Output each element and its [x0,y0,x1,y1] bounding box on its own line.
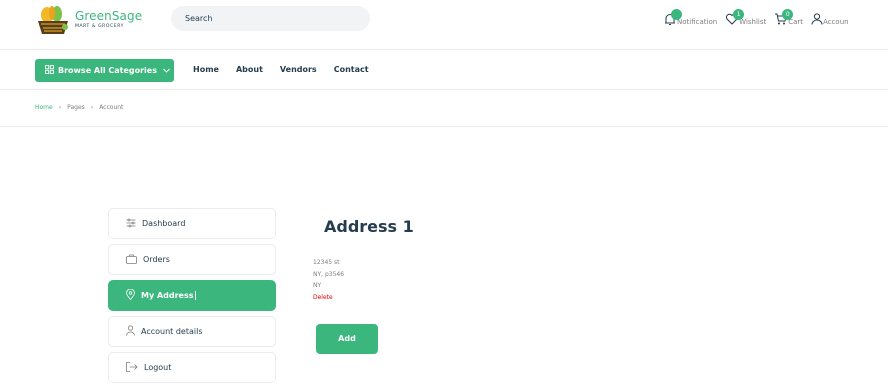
sidebar-item-label: Logout [144,363,172,372]
breadcrumb-separator-icon: › [90,104,94,111]
notification-label: Notification [677,18,718,26]
sliders-icon [126,218,142,230]
grid-icon [45,65,54,76]
chevron-down-icon [163,66,170,75]
user-icon [811,12,823,26]
user-icon [126,325,141,338]
browse-categories-label: Browse All Categories [58,66,157,75]
breadcrumb-pages[interactable]: Pages [67,104,85,111]
divider [0,126,888,127]
address-line: 12345 st [313,259,340,266]
address-line: NY, p3546 [313,270,345,278]
breadcrumb-account: Account [99,104,124,111]
notification-dot [671,9,682,20]
logo-basket-icon [35,4,71,36]
cart-button[interactable]: 0 Cart [774,9,803,26]
address-card: 12345 st NY, p3546 NY Delete [313,257,344,303]
location-pin-icon [126,288,141,302]
nav-links: Home About Vendors Contact [193,65,386,74]
sidebar-item-label: Account details [141,327,203,336]
site-header: GreenSage MART & GROCERY Notification 1 … [0,0,888,50]
main-nav: Browse All Categories Home About Vendors… [0,51,888,90]
address-title: Address 1 [324,217,414,236]
breadcrumb-home[interactable]: Home [35,104,53,111]
nav-link-vendors[interactable]: Vendors [280,65,317,74]
header-actions: Notification 1 Wishlist 0 Cart Accoun [663,7,857,29]
sidebar-item-logout[interactable]: Logout [108,352,276,383]
sidebar-item-label: My Address [141,291,194,300]
sidebar-item-orders[interactable]: Orders [108,244,276,275]
brand-name: GreenSage [75,9,143,24]
breadcrumb: Home › Pages › Account [35,104,123,111]
address-line: NY [313,282,322,289]
notification-button[interactable]: Notification [663,9,718,26]
nav-link-contact[interactable]: Contact [334,65,369,74]
account-button[interactable]: Accoun [811,10,849,26]
sidebar-item-account-details[interactable]: Account details [108,316,276,347]
sidebar-item-label: Dashboard [142,219,186,228]
account-label: Accoun [823,18,849,26]
brand-tagline: MART & GROCERY [75,24,125,30]
sidebar-item-my-address[interactable]: My Address [108,280,276,311]
wishlist-button[interactable]: 1 Wishlist [725,9,766,26]
account-sidebar: Dashboard Orders My Address Account deta… [108,208,276,388]
browse-categories-button[interactable]: Browse All Categories [35,59,174,82]
brand-logo[interactable]: GreenSage MART & GROCERY [35,2,165,38]
text-cursor [194,291,196,300]
nav-link-home[interactable]: Home [193,65,219,74]
search-input[interactable] [171,6,370,31]
add-address-button[interactable]: Add [316,324,378,354]
sidebar-item-dashboard[interactable]: Dashboard [108,208,276,239]
sidebar-item-label: Orders [143,255,170,264]
breadcrumb-separator-icon: › [58,104,62,111]
nav-link-about[interactable]: About [236,65,263,74]
delete-address-link[interactable]: Delete [313,292,344,304]
logout-icon [126,361,144,374]
bag-icon [126,254,143,266]
